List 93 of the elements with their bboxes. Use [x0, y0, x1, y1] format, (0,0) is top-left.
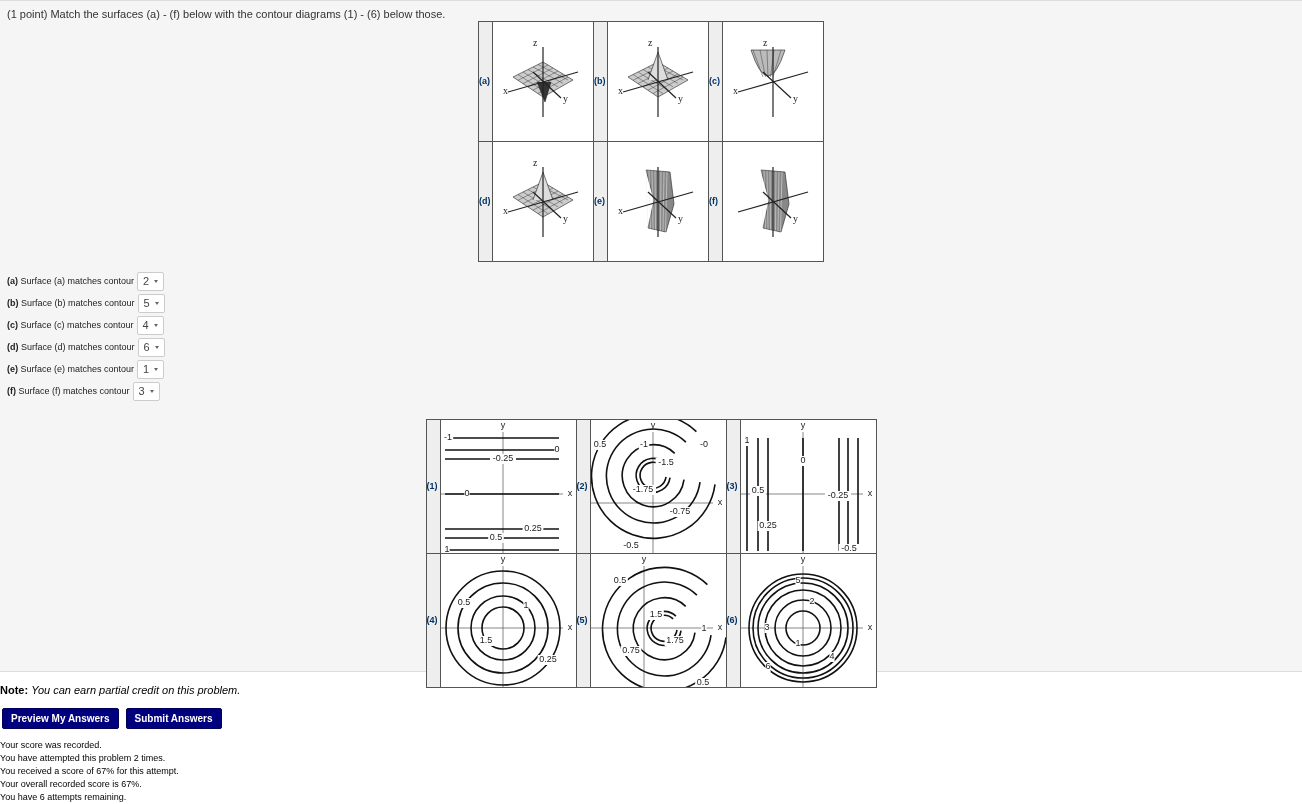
- caret-icon: [154, 368, 159, 371]
- note-text: Note: You can earn partial credit on this problem.: [0, 684, 241, 697]
- contour-level-label: 3: [764, 622, 769, 633]
- contour-level-label: 0.75: [621, 645, 640, 656]
- contour-level-label: -1: [639, 439, 648, 450]
- answer-prompt: (f) Surface (f) matches contour: [7, 384, 130, 398]
- axis-label: y: [800, 420, 805, 431]
- axis-label: z: [648, 36, 653, 48]
- axis-label: x: [717, 622, 722, 633]
- caret-icon: [149, 390, 154, 393]
- caret-icon: [154, 280, 159, 283]
- contour-level-label: 0.5: [457, 597, 470, 608]
- contour-level-label: 2: [809, 596, 814, 607]
- axis-label: y: [563, 92, 568, 104]
- caret-icon: [153, 324, 158, 327]
- axis-label: x: [867, 488, 872, 499]
- contour-level-label: 1: [701, 623, 706, 634]
- axis-label: x: [717, 497, 722, 508]
- axis-label: y: [500, 420, 505, 431]
- contour-level-label: 0: [464, 488, 469, 499]
- contour-level-label: 4: [829, 651, 834, 662]
- axis-label: y: [641, 554, 646, 565]
- answer-dropdown[interactable]: 4: [136, 316, 164, 335]
- axis-label: x: [733, 84, 738, 96]
- contour-level-label: -1: [443, 432, 452, 443]
- answer-button[interactable]: Submit Answers: [125, 708, 222, 729]
- axis-label: y: [793, 212, 798, 224]
- answer-button[interactable]: Preview My Answers: [2, 708, 119, 729]
- contour-level-label: 0.5: [489, 532, 502, 543]
- contour-level-label: 1: [523, 600, 528, 611]
- axis-label: z: [533, 156, 538, 168]
- contour-level-label: 0.25: [758, 520, 777, 531]
- cell-label: (a): [478, 21, 493, 142]
- contour-level-label: 0: [800, 455, 805, 466]
- answer-dropdown[interactable]: 6: [137, 338, 165, 357]
- answer-prompt: (c) Surface (c) matches contour: [7, 318, 134, 332]
- cell-label: (4): [426, 553, 440, 688]
- contour-level-label: -0: [699, 439, 708, 450]
- axis-label: x: [618, 84, 623, 96]
- answer-prompt: (e) Surface (e) matches contour: [7, 362, 135, 376]
- problem-statement: (1 point) Match the surfaces (a) - (f) below with the contour diagrams (1) - (6) below those.: [7, 8, 446, 21]
- axis-label: x: [503, 204, 508, 216]
- caret-icon: [154, 302, 159, 305]
- axis-label: z: [533, 36, 538, 48]
- axis-label: y: [563, 212, 568, 224]
- contour-level-label: -0.5: [622, 540, 639, 551]
- contour-level-label: 0.5: [696, 677, 709, 687]
- contour-level-label: 0.5: [751, 485, 764, 496]
- contour-level-label: 1.5: [479, 635, 492, 646]
- score-message: You have attempted this problem 2 times.: [0, 752, 166, 765]
- axis-label: y: [678, 92, 683, 104]
- score-message: Your overall recorded score is 67%.: [0, 778, 142, 791]
- answer-prompt: (d) Surface (d) matches contour: [7, 340, 135, 354]
- contour-level-label: 1.5: [649, 609, 662, 620]
- answer-dropdown[interactable]: 2: [137, 272, 165, 291]
- axis-label: y: [793, 92, 798, 104]
- axis-label: x: [867, 622, 872, 633]
- axis-label: y: [800, 554, 805, 565]
- cell-label: (1): [426, 419, 440, 554]
- axis-label: x: [567, 488, 572, 499]
- contour-level-label: 1: [744, 435, 749, 446]
- axis-label: z: [763, 36, 768, 48]
- answer-prompt: (b) Surface (b) matches contour: [7, 296, 135, 310]
- contour-level-label: 6: [765, 661, 770, 672]
- cell-label: (d): [478, 141, 493, 262]
- contour-level-label: -0.25: [827, 490, 848, 501]
- answer-dropdown[interactable]: 3: [132, 382, 160, 401]
- contour-level-label: 0.5: [593, 439, 606, 450]
- contour-level-label: 0: [554, 444, 559, 455]
- axis-label: y: [678, 212, 683, 224]
- contour-level-label: 5: [795, 575, 800, 586]
- axis-label: x: [618, 204, 623, 216]
- axis-label: x: [567, 622, 572, 633]
- score-message: You have 6 attempts remaining.: [0, 791, 127, 804]
- contour-level-label: 1: [795, 638, 800, 649]
- contour-level-label: 1: [444, 544, 449, 553]
- contour-level-label: 0.25: [523, 523, 542, 534]
- contour-level-label: -0.75: [669, 506, 690, 517]
- contour-level-label: -1.75: [632, 484, 653, 495]
- answer-dropdown[interactable]: 5: [137, 294, 165, 313]
- axis-label: y: [500, 554, 505, 565]
- contour-level-label: 1.75: [665, 635, 684, 646]
- contour-level-label: -0.25: [492, 453, 513, 464]
- answer-prompt: (a) Surface (a) matches contour: [7, 274, 135, 288]
- contour-level-label: 0.5: [613, 575, 626, 586]
- contour-level-label: -1.5: [657, 457, 674, 468]
- score-message: You received a score of 67% for this attempt.: [0, 765, 179, 778]
- caret-icon: [154, 346, 159, 349]
- answer-dropdown[interactable]: 1: [137, 360, 165, 379]
- score-message: Your score was recorded.: [0, 739, 102, 752]
- contour-level-label: -0.5: [840, 543, 857, 553]
- axis-label: x: [503, 84, 508, 96]
- contour-level-label: 0.25: [538, 654, 557, 665]
